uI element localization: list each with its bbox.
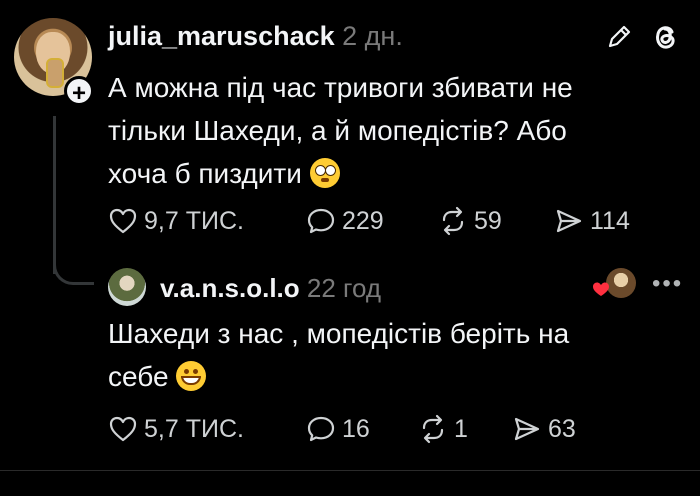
author-liked-avatar <box>606 268 636 298</box>
send-icon <box>514 417 540 441</box>
flushed-face-icon <box>309 158 340 188</box>
reply-share-button[interactable]: 63 <box>512 414 576 444</box>
author-username[interactable]: julia_maruschack <box>108 21 335 51</box>
post-header: julia_maruschack 2 дн. <box>108 21 403 52</box>
send-icon <box>556 209 582 233</box>
comment-bubble-icon <box>307 208 335 234</box>
post-time: 2 дн. <box>342 21 403 51</box>
reply-time: 22 год <box>306 273 382 303</box>
reply-repost-count: 1 <box>454 414 468 443</box>
post-text-line: тільки Шахеди, а й мопедістів? Або <box>108 115 567 146</box>
repost-icon <box>422 414 444 444</box>
post-text: А можна під час тривоги збивати не тільк… <box>108 66 668 195</box>
avatar-hand <box>46 58 64 88</box>
pencil-icon[interactable] <box>604 22 634 52</box>
comment-button[interactable]: 229 <box>306 206 384 236</box>
reply-text-line-2: себе <box>108 355 668 398</box>
thread-connector <box>53 248 94 285</box>
reply-text-line: себе <box>108 361 169 392</box>
post-text-line: хоча б пиздити <box>108 158 302 189</box>
like-count: 9,7 ТИС. <box>144 206 244 235</box>
reply-comment-count: 16 <box>342 414 370 443</box>
reply-text-line: Шахеди з нас , мопедістів беріть на <box>108 318 570 349</box>
heart-icon <box>109 208 137 234</box>
reply-comment-button[interactable]: 16 <box>306 414 370 444</box>
comment-bubble-icon <box>307 416 335 442</box>
repost-button[interactable]: 59 <box>438 206 502 236</box>
share-button[interactable]: 114 <box>554 206 630 236</box>
comment-count: 229 <box>342 206 384 235</box>
post-text-line-3: хоча б пиздити <box>108 152 668 195</box>
heart-icon <box>109 416 137 442</box>
grinning-face-icon <box>176 361 207 391</box>
more-dots-icon[interactable]: ••• <box>652 270 683 298</box>
reply-text: Шахеди з нас , мопедістів беріть на себе <box>108 312 668 398</box>
reply-like-count: 5,7 ТИС. <box>144 414 244 443</box>
repost-icon <box>442 206 464 236</box>
share-count: 114 <box>590 206 630 235</box>
reply-repost-button[interactable]: 1 <box>418 414 468 444</box>
threads-icon[interactable] <box>648 20 682 54</box>
divider <box>0 470 700 471</box>
reply-avatar[interactable] <box>108 268 146 306</box>
reply-like-button[interactable]: 5,7 ТИС. <box>108 414 244 444</box>
reply-username[interactable]: v.a.n.s.o.l.o <box>160 273 300 303</box>
reply-header: v.a.n.s.o.l.o 22 год <box>160 273 381 304</box>
liked-heart-icon <box>593 282 609 296</box>
repost-count: 59 <box>474 206 502 235</box>
reply-share-count: 63 <box>548 414 576 443</box>
follow-plus-button[interactable]: + <box>64 76 94 107</box>
post-text-line: А можна під час тривоги збивати не <box>108 72 573 103</box>
like-button[interactable]: 9,7 ТИС. <box>108 206 244 236</box>
